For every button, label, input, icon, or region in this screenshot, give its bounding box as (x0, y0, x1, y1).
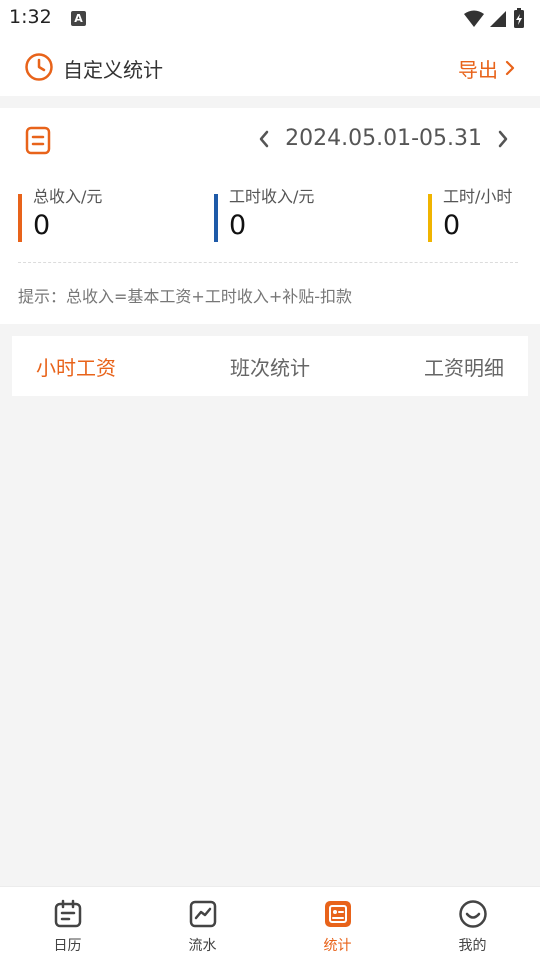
chevron-right-icon (504, 57, 516, 81)
nav-item-flow[interactable]: 流水 (135, 887, 270, 960)
document-icon (24, 125, 54, 161)
tab-hourly-wage[interactable]: 小时工资 (36, 352, 116, 381)
metric-label: 工时/小时 (443, 187, 513, 206)
divider (18, 262, 518, 263)
status-icons (462, 8, 532, 34)
chart-icon (188, 899, 218, 933)
wifi-icon (464, 10, 484, 27)
date-navigator: 2024.05.01-05.31 (257, 126, 510, 151)
date-range[interactable]: 2024.05.01-05.31 (285, 126, 482, 151)
stats-icon (323, 899, 353, 933)
signal-icon (490, 11, 506, 27)
metric-label: 总收入/元 (33, 187, 103, 206)
next-month-button[interactable] (496, 129, 510, 149)
nav-label: 日历 (53, 938, 82, 954)
export-button[interactable]: 导出 (458, 54, 516, 83)
metric-total-income: 总收入/元 0 (18, 186, 102, 242)
status-time: 1:32 (9, 6, 52, 28)
nav-label: 流水 (188, 938, 217, 954)
smile-icon (458, 899, 488, 933)
nav-item-mine[interactable]: 我的 (405, 887, 540, 960)
tab-shift-stats[interactable]: 班次统计 (230, 352, 310, 381)
tab-wage-details[interactable]: 工资明细 (424, 352, 504, 381)
prev-month-button[interactable] (257, 129, 271, 149)
tab-bar: 小时工资 班次统计 工资明细 (12, 336, 528, 396)
nav-item-stats[interactable]: 统计 (270, 887, 405, 960)
metric-color-bar (18, 194, 22, 242)
metric-value: 0 (33, 210, 51, 241)
metric-color-bar (214, 194, 218, 242)
metric-value: 0 (229, 210, 247, 241)
nav-item-calendar[interactable]: 日历 (0, 887, 135, 960)
status-bar: 1:32 A (0, 0, 540, 38)
metric-hours: 工时/小时 0 (428, 186, 512, 242)
clock-icon (24, 52, 54, 86)
notification-icon: A (71, 11, 86, 26)
header: 自定义统计 导出 (0, 38, 540, 96)
export-label: 导出 (458, 58, 498, 82)
metric-label: 工时收入/元 (229, 187, 315, 206)
bottom-nav: 日历 流水 统计 我的 (0, 886, 540, 960)
metric-hourly-income: 工时收入/元 0 (214, 186, 314, 242)
battery-icon (514, 8, 524, 28)
metric-color-bar (428, 194, 432, 242)
metric-value: 0 (443, 210, 461, 241)
nav-label: 统计 (323, 938, 352, 954)
calendar-icon (53, 899, 83, 933)
page-title: 自定义统计 (63, 58, 163, 82)
hint-text: 提示：总收入=基本工资+工时收入+补贴-扣款 (18, 287, 352, 306)
stats-card: 2024.05.01-05.31 总收入/元 0 工时收入/元 0 工时/小时 … (0, 108, 540, 324)
nav-label: 我的 (458, 938, 487, 954)
